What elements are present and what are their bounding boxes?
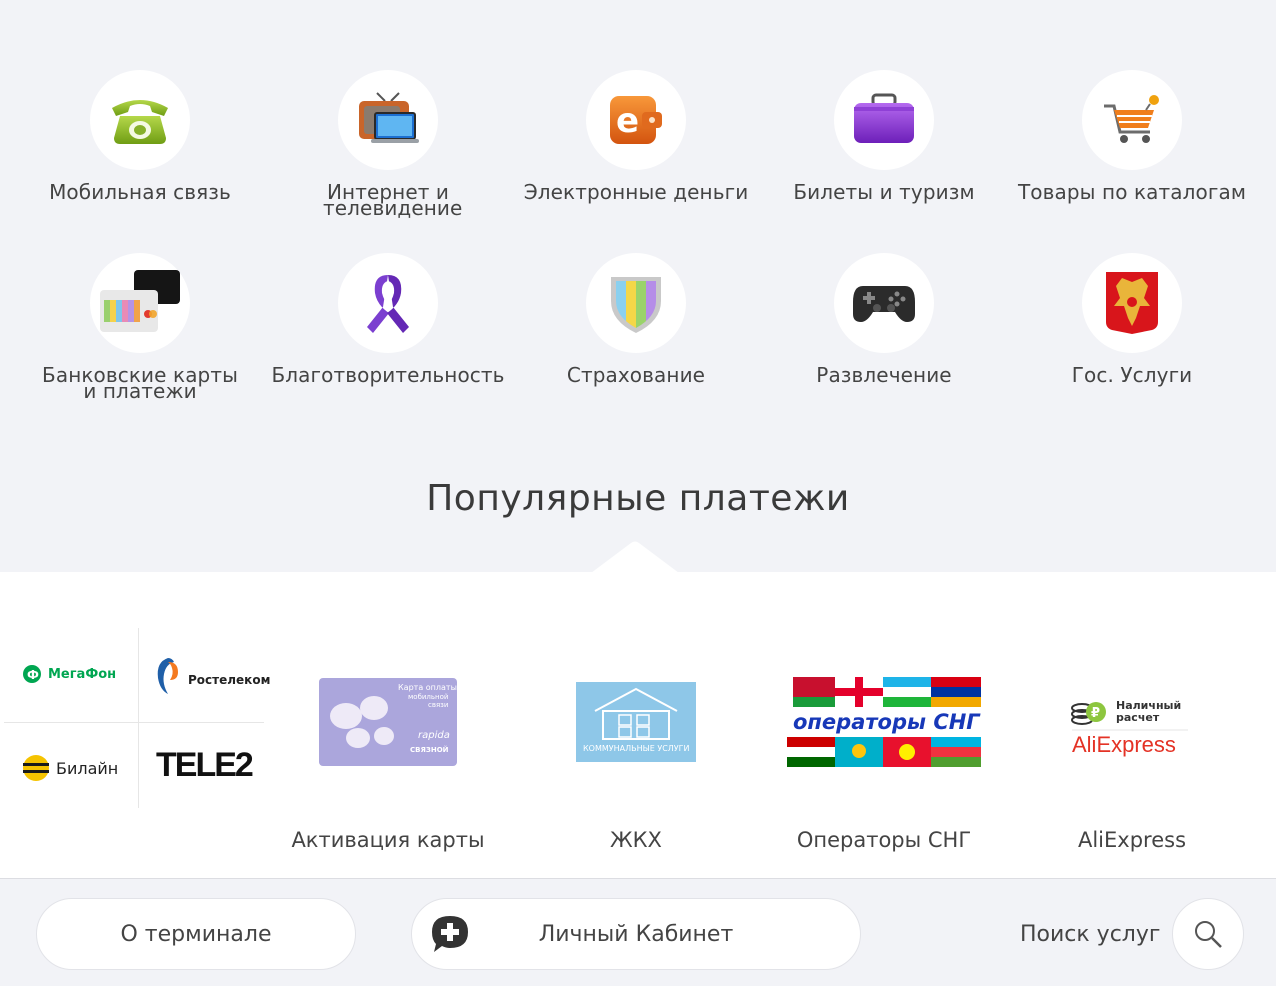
beeline-logo[interactable]: Билайн [22,754,118,782]
category-e-money[interactable]: e Электронные деньги [512,70,760,204]
svg-text:e: e [616,101,639,141]
aliexpress-image: ₽ Наличный расчет AliExpress [1008,662,1256,782]
tele2-label: TELE2 [156,746,254,784]
category-charity[interactable]: Благотворительность [264,253,512,387]
e-wallet-icon: e [586,70,686,170]
category-bank-cards[interactable]: Банковские карты и платежи [16,253,264,403]
category-catalog-goods[interactable]: Товары по каталогам [1008,70,1256,204]
category-label: Мобильная связь [49,180,231,204]
zhkh-label[interactable]: ЖКХ [512,828,760,852]
cis-operators-image: операторы СНГ [760,662,1008,782]
card-line1: Карта оплаты [398,683,457,692]
category-internet-tv[interactable]: Интернет и телевидение [264,70,512,220]
category-gov-services[interactable]: Гос. Услуги [1008,253,1256,387]
shield-icon [586,253,686,353]
card-line3: связи [428,701,448,709]
bottom-bar: О терминале Личный Кабинет Поиск услуг [0,880,1276,986]
category-tickets-tourism[interactable]: Билеты и туризм [760,70,1008,204]
tv-icon [338,70,438,170]
grid-divider [4,722,264,723]
rostelecom-label: Ростелеком [188,673,271,687]
cis-operators-label[interactable]: Операторы СНГ [760,828,1008,852]
category-label: Банковские карты и платежи [42,363,238,403]
cis-image-text: операторы СНГ [793,710,981,734]
zhkh-image-text: КОММУНАЛЬНЫЕ УСЛУГИ [583,744,690,753]
card-brand1: rapida [418,730,450,741]
telephone-icon [90,70,190,170]
megafon-label: МегаФон [48,666,117,682]
rostelecom-logo[interactable]: Ростелеком [154,656,270,696]
grid-divider [138,628,139,808]
ali-cash-line2: расчет [1116,711,1160,724]
aliexpress-label[interactable]: AliExpress [1008,828,1256,852]
ribbon-icon [338,253,438,353]
cart-icon [1082,70,1182,170]
card-activation-tile[interactable]: Карта оплаты мобильной связи rapida СВЯЗ… [264,662,512,782]
card-brand2: СВЯЗНОЙ [410,745,449,754]
category-label: Гос. Услуги [1071,363,1193,387]
category-label: Интернет и телевидение [323,180,463,220]
svg-text:Ф: Ф [27,668,39,682]
popular-payments-panel: Ф МегаФон Ростелеком Билайн TELE2 Карта … [0,572,1276,879]
personal-cabinet-label: Личный Кабинет [538,921,734,947]
coat-of-arms-icon [1082,253,1182,353]
categories-grid: Мобильная связь Интернет и телевидение e… [0,0,1276,470]
svg-text:₽: ₽ [1091,706,1100,721]
category-label: Развлечение [816,363,952,387]
mobile-operators-grid: Ф МегаФон Ростелеком Билайн TELE2 [4,628,270,808]
card-activation-image: Карта оплаты мобильной связи rapida СВЯЗ… [264,662,512,782]
zhkh-image: КОММУНАЛЬНЫЕ УСЛУГИ [512,662,760,782]
zhkh-tile[interactable]: КОММУНАЛЬНЫЕ УСЛУГИ [512,662,760,782]
gamepad-icon [834,253,934,353]
rostelecom-icon [157,658,178,694]
suitcase-icon [834,70,934,170]
tele2-logo[interactable]: TELE2 [156,746,254,785]
beeline-label: Билайн [56,758,119,778]
category-label: Благотворительность [271,363,505,387]
search-services-label[interactable]: Поиск услуг [1020,922,1160,947]
search-icon [1195,921,1222,948]
card-line2: мобильной [408,693,448,701]
personal-cabinet-button[interactable]: Личный Кабинет [411,898,861,970]
category-mobile[interactable]: Мобильная связь [16,70,264,204]
search-button[interactable] [1172,898,1244,970]
about-terminal-label: О терминале [120,921,272,947]
megafon-logo[interactable]: Ф МегаФон [22,664,116,684]
ali-brand: AliExpress [1072,732,1176,757]
category-label: Товары по каталогам [1017,180,1247,204]
category-label: Билеты и туризм [793,180,975,204]
category-label: Страхование [566,363,706,387]
card-activation-label[interactable]: Активация карты [264,828,512,852]
aliexpress-tile[interactable]: ₽ Наличный расчет AliExpress [1008,662,1256,782]
category-label: Электронные деньги [523,180,749,204]
cis-operators-tile[interactable]: операторы СНГ [760,662,1008,782]
popular-payments-title: Популярные платежи [426,478,850,519]
panel-notch [591,541,679,573]
beeline-icon [23,755,49,781]
chat-plus-icon [432,916,468,952]
category-insurance[interactable]: Страхование [512,253,760,387]
about-terminal-button[interactable]: О терминале [36,898,356,970]
megafon-icon: Ф [23,665,41,683]
category-entertainment[interactable]: Развлечение [760,253,1008,387]
bank-cards-icon [90,253,190,353]
